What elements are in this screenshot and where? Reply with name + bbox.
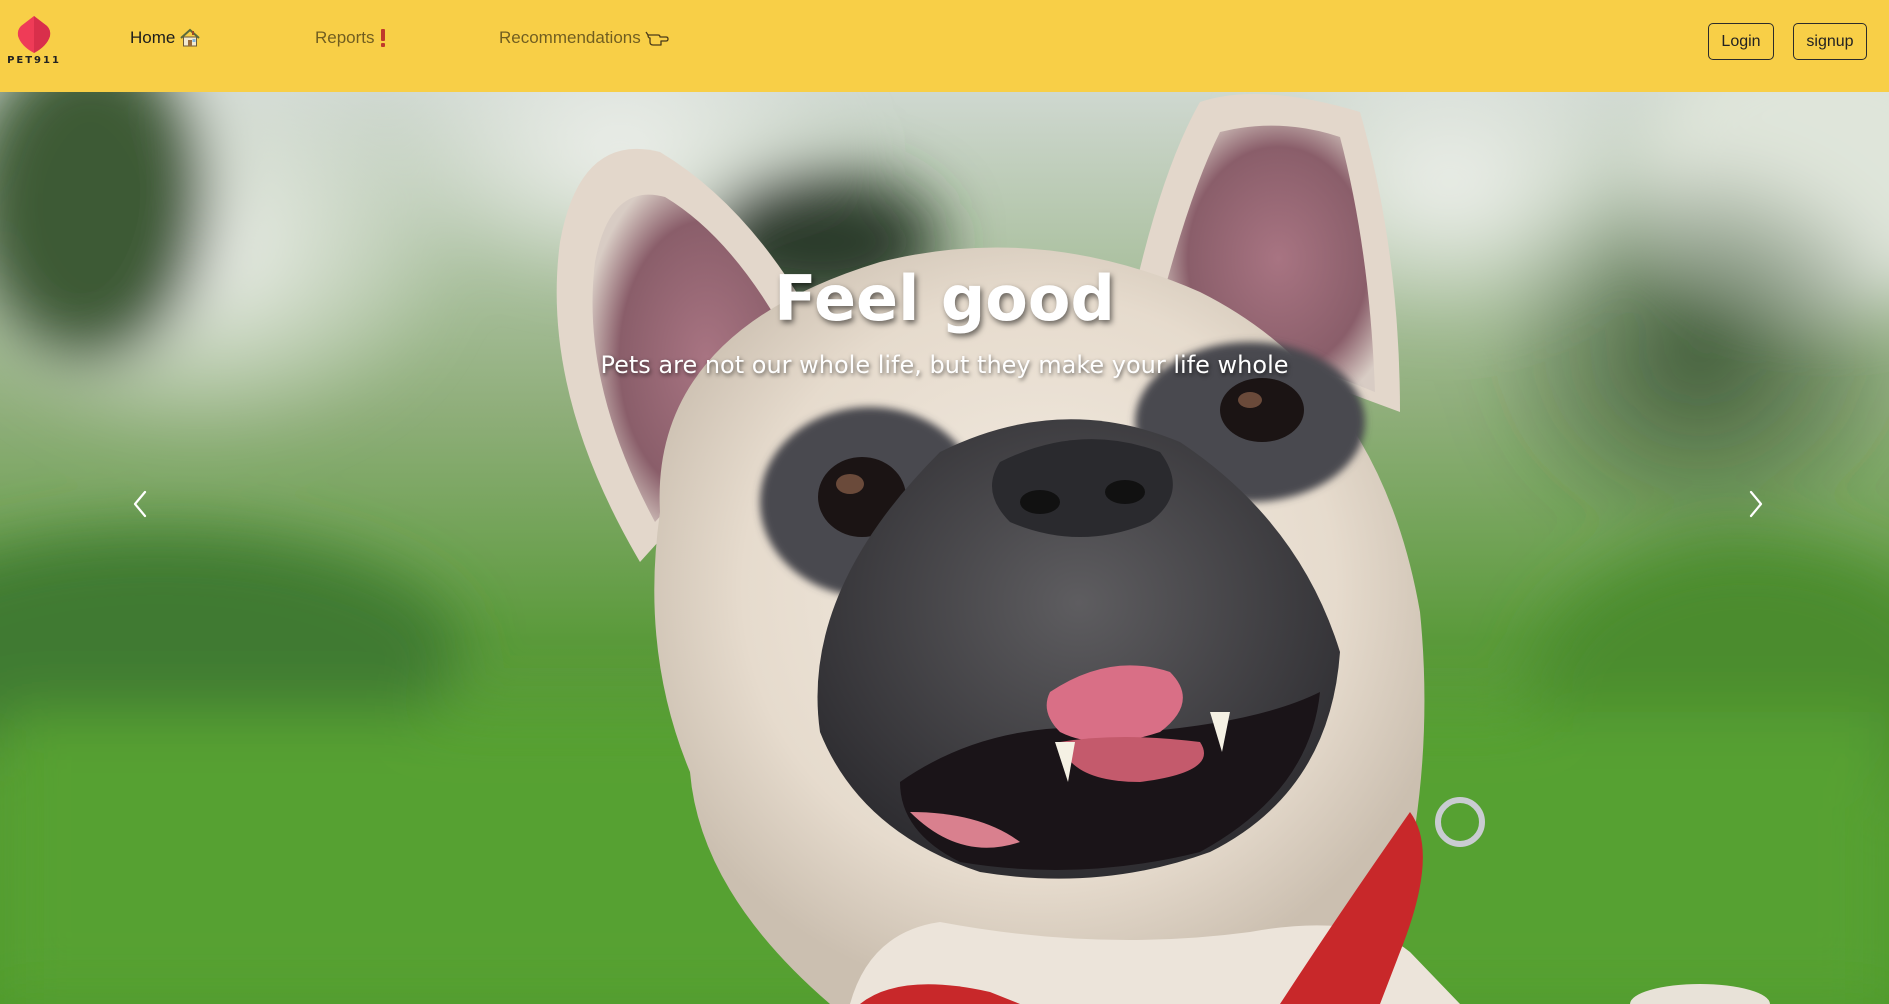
nav-link-recommendations[interactable]: Recommendations [499, 28, 669, 48]
login-button[interactable]: Login [1708, 23, 1774, 60]
hero-subtitle: Pets are not our whole life, but they ma… [600, 351, 1289, 379]
hero-dog-image [0, 92, 1889, 1004]
nav-link-reports[interactable]: Reports [315, 28, 387, 48]
carousel-next-button[interactable] [1736, 474, 1776, 534]
brand-name: PET911 [7, 55, 61, 66]
top-navbar: PET911 Home Reports Recommendations Logi… [0, 0, 1889, 92]
chevron-left-icon [133, 490, 147, 518]
nav-link-home[interactable]: Home [130, 28, 201, 48]
nav-link-label: Reports [315, 28, 375, 47]
exclamation-icon [379, 28, 387, 48]
chevron-right-icon [1749, 490, 1763, 518]
brand-logo-link[interactable]: PET911 [6, 14, 62, 70]
shield-logo-icon [17, 16, 51, 53]
carousel-prev-button[interactable] [120, 474, 160, 534]
house-icon [179, 28, 201, 48]
nav-link-label: Recommendations [499, 28, 641, 47]
signup-button[interactable]: signup [1793, 23, 1867, 60]
hero-title: Feel good [774, 262, 1115, 335]
hero-carousel: Feel good Pets are not our whole life, b… [0, 92, 1889, 1004]
pointing-hand-icon [645, 29, 669, 47]
nav-link-label: Home [130, 28, 176, 47]
